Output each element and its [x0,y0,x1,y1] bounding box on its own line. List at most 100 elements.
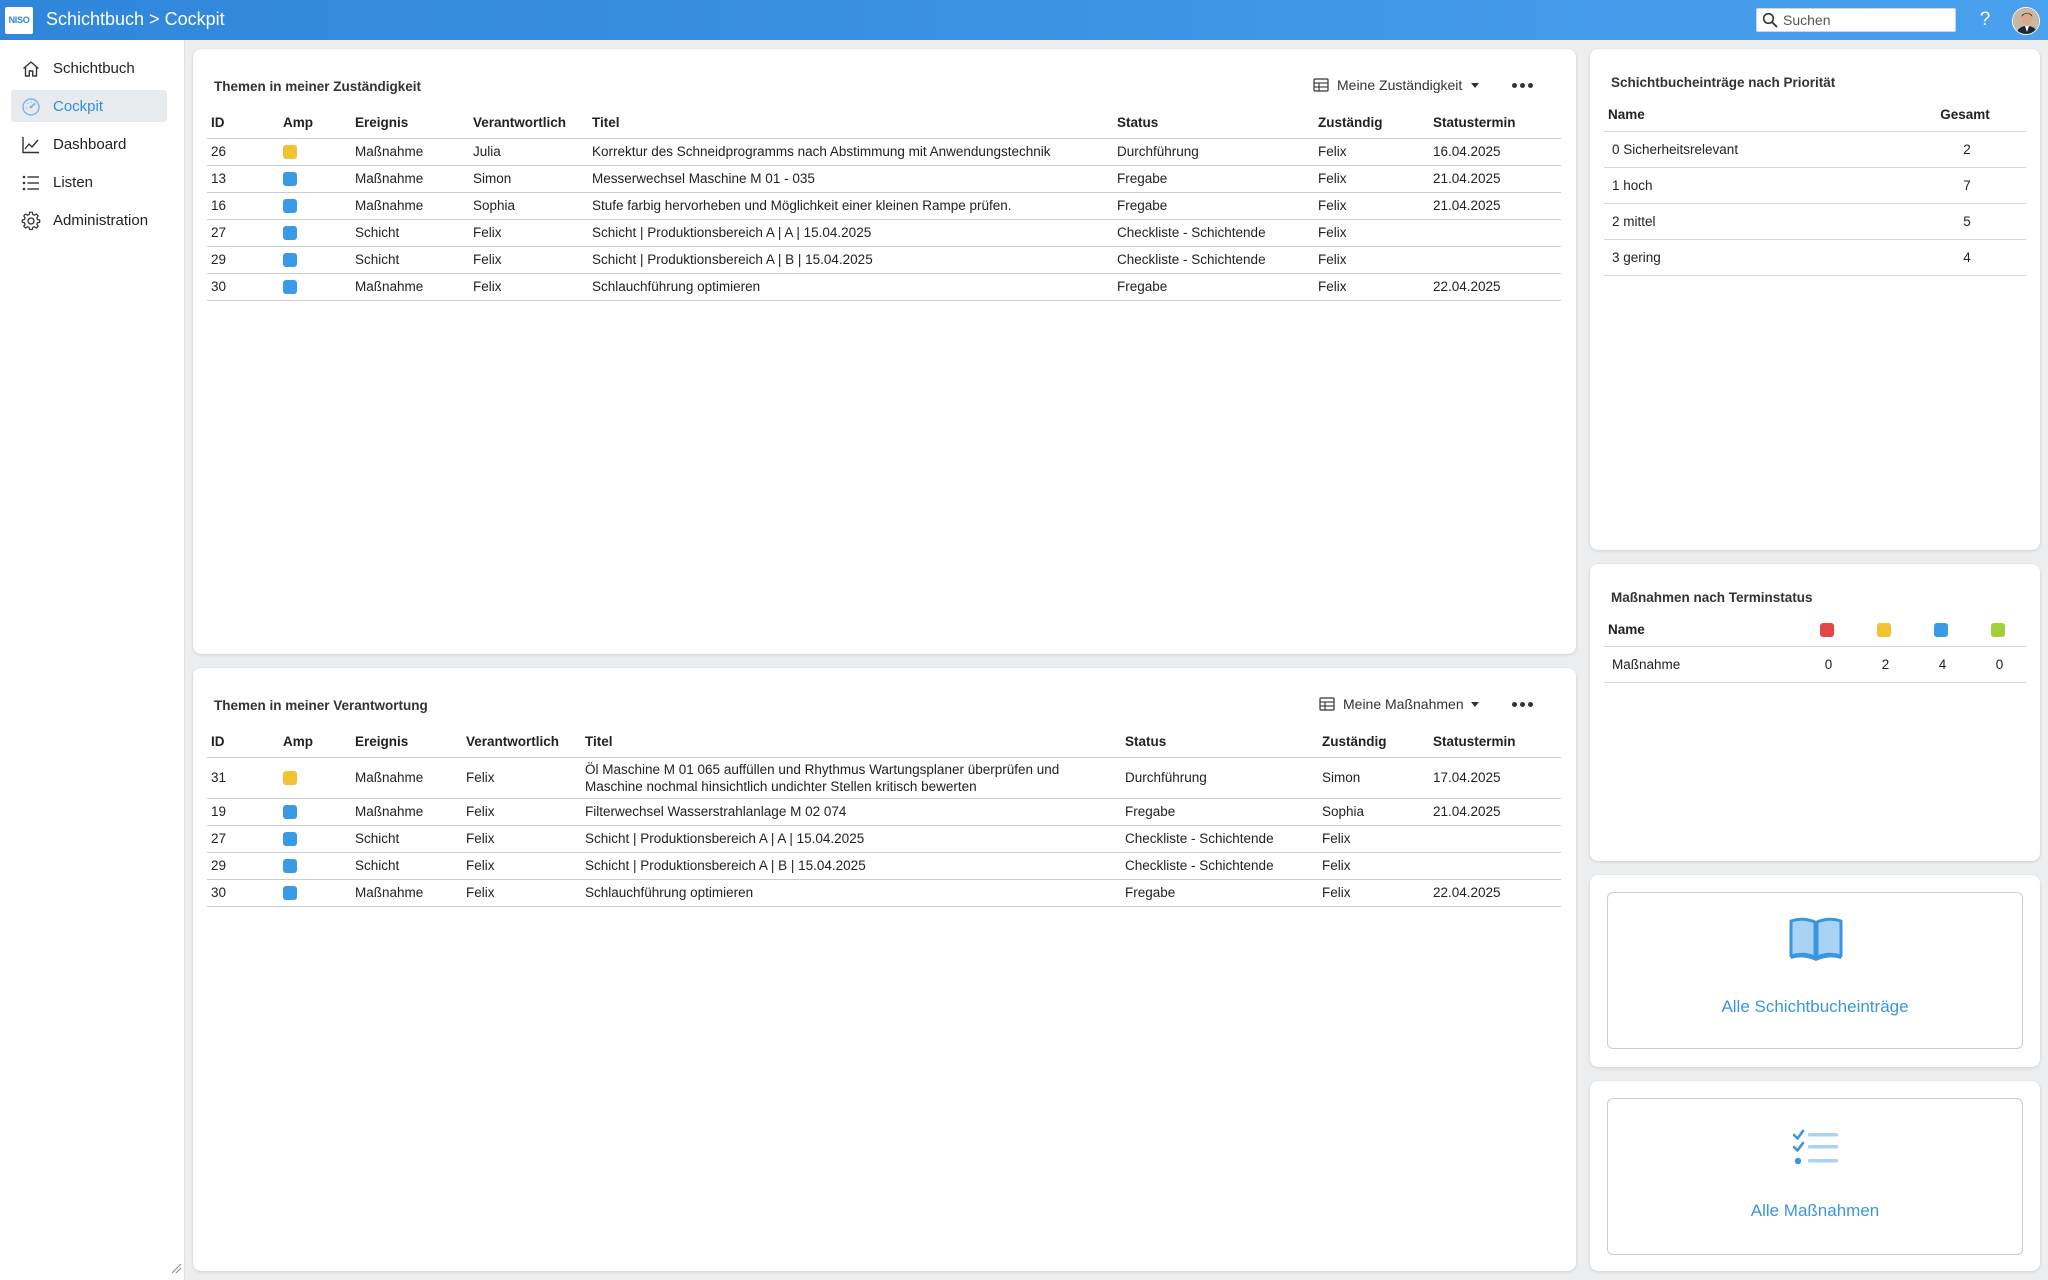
table-row[interactable]: 3 gering 4 [1604,239,2026,276]
cell-id: 30 [207,273,279,301]
table-icon [1313,78,1329,92]
cell-id: 13 [207,165,279,193]
col-header-statustermin[interactable]: Statustermin [1429,108,1561,139]
cell-verantwortlich: Felix [462,879,581,907]
table-row[interactable]: 29 Schicht Felix Schicht | Produktionsbe… [207,852,1561,880]
sidebar-item-label: Dashboard [53,136,127,153]
list-icon [22,175,39,191]
col-header-amp[interactable]: Amp [279,108,351,139]
col-header-id[interactable]: ID [207,108,279,139]
col-header-zustaendig[interactable]: Zuständig [1318,727,1429,758]
table-row[interactable]: 30 Maßnahme Felix Schlauchführung optimi… [207,273,1561,301]
panel-terminstatus: Maßnahmen nach Terminstatus Name Maßnahm… [1590,564,2040,861]
sidebar-item-listen[interactable]: Listen [11,166,167,198]
table-row[interactable]: 31 Maßnahme Felix Öl Maschine M 01 065 a… [207,757,1561,799]
col-header-zustaendig[interactable]: Zuständig [1314,108,1429,139]
table-row[interactable]: 27 Schicht Felix Schicht | Produktionsbe… [207,219,1561,247]
cell-zustaendig: Felix [1318,825,1429,853]
col-header-verantwortlich[interactable]: Verantwortlich [469,108,588,139]
col-header-amp[interactable]: Amp [279,727,351,758]
more-options-button[interactable] [1511,694,1535,714]
avatar-image [2013,8,2039,34]
col-header-titel[interactable]: Titel [581,727,1121,758]
table-row[interactable]: 26 Maßnahme Julia Korrektur des Schneidp… [207,138,1561,166]
tile-alle-schichtbucheintraege[interactable]: Alle Schichtbucheinträge [1607,892,2023,1049]
col-header-done[interactable] [1969,614,2026,647]
cell-statustermin: 17.04.2025 [1429,757,1561,799]
status-green-indicator [1990,623,2005,638]
cell-id: 29 [207,246,279,274]
table-row[interactable]: 2 mittel 5 [1604,203,2026,240]
col-header-overdue[interactable] [1798,614,1855,647]
table-row[interactable]: 13 Maßnahme Simon Messerwechsel Maschine… [207,165,1561,193]
amp-blue-indicator [283,832,297,847]
amp-yellow-indicator [283,145,297,160]
cell-id: 31 [207,757,279,799]
sidebar-item-dashboard[interactable]: Dashboard [11,128,167,160]
cell-zustaendig: Felix [1318,852,1429,880]
table-row[interactable]: 30 Maßnahme Felix Schlauchführung optimi… [207,879,1561,907]
more-options-button[interactable] [1511,75,1535,95]
search-input[interactable] [1783,11,1951,29]
amp-blue-indicator [283,253,297,268]
col-header-name[interactable]: Name [1604,614,1798,647]
col-header-due-soon[interactable] [1855,614,1912,647]
user-avatar[interactable] [2012,7,2040,35]
col-header-id[interactable]: ID [207,727,279,758]
search-box[interactable] [1756,8,1956,32]
cell-amp [279,192,351,220]
col-header-titel[interactable]: Titel [588,108,1113,139]
col-header-verantwortlich[interactable]: Verantwortlich [462,727,581,758]
cell-statustermin [1429,825,1561,853]
panel-title: Schichtbucheinträge nach Priorität [1611,75,1836,90]
table-row[interactable]: 16 Maßnahme Sophia Stufe farbig hervorhe… [207,192,1561,220]
cell-gesamt: 4 [1904,239,2026,276]
cell-id: 19 [207,798,279,826]
table-icon [1319,697,1335,711]
help-button[interactable]: ? [1975,8,1995,32]
col-header-open[interactable] [1912,614,1969,647]
table-row[interactable]: 0 Sicherheitsrelevant 2 [1604,131,2026,168]
cell-statustermin: 16.04.2025 [1429,138,1561,166]
cell-name: 0 Sicherheitsrelevant [1604,131,1904,168]
sidebar-item-label: Cockpit [53,98,104,115]
table-row[interactable]: 19 Maßnahme Felix Filterwechsel Wasserst… [207,798,1561,826]
sidebar-item-label: Administration [53,212,149,229]
col-header-ereignis[interactable]: Ereignis [351,108,469,139]
table-row[interactable]: Maßnahme 0 2 4 0 [1604,646,2026,683]
sidebar-item-administration[interactable]: Administration [11,204,167,236]
cell-amp [279,825,351,853]
col-header-status[interactable]: Status [1121,727,1318,758]
table-row[interactable]: 29 Schicht Felix Schicht | Produktionsbe… [207,246,1561,274]
cell-zustaendig: Simon [1318,757,1429,799]
cell-verantwortlich: Felix [462,757,581,799]
chart-line-icon [22,137,39,154]
cell-titel: Stufe farbig hervorheben und Möglichkeit… [588,192,1113,220]
resize-grip-icon[interactable] [170,1262,182,1274]
cell-titel: Schicht | Produktionsbereich A | A | 15.… [581,825,1121,853]
cell-statustermin [1429,219,1561,247]
col-header-ereignis[interactable]: Ereignis [351,727,462,758]
col-header-gesamt[interactable]: Gesamt [1904,99,2026,132]
cell-verantwortlich: Felix [469,246,588,274]
cell-verantwortlich: Felix [469,219,588,247]
table-row[interactable]: 27 Schicht Felix Schicht | Produktionsbe… [207,825,1561,853]
sidebar-item-label: Listen [53,174,94,191]
cell-ereignis: Schicht [351,825,462,853]
app-logo[interactable]: NISO [5,7,33,34]
view-select-verantwortung[interactable]: Meine Maßnahmen [1319,694,1483,714]
sidebar-item-schichtbuch[interactable]: Schichtbuch [11,52,167,84]
tile-alle-massnahmen[interactable]: Alle Maßnahmen [1607,1098,2023,1255]
cell-amp [279,273,351,301]
col-header-statustermin[interactable]: Statustermin [1429,727,1561,758]
col-header-name[interactable]: Name [1604,99,1904,132]
sidebar-item-cockpit[interactable]: Cockpit [11,90,167,122]
table-row[interactable]: 1 hoch 7 [1604,167,2026,204]
col-header-status[interactable]: Status [1113,108,1314,139]
view-select-zustaendigkeit[interactable]: Meine Zuständigkeit [1313,75,1483,95]
cell-zustaendig: Felix [1314,192,1429,220]
panel-title: Themen in meiner Zuständigkeit [214,79,422,94]
cell-ereignis: Schicht [351,219,469,247]
cell-zustaendig: Sophia [1318,798,1429,826]
table-header-row: ID Amp Ereignis Verantwortlich Titel Sta… [207,108,1561,139]
